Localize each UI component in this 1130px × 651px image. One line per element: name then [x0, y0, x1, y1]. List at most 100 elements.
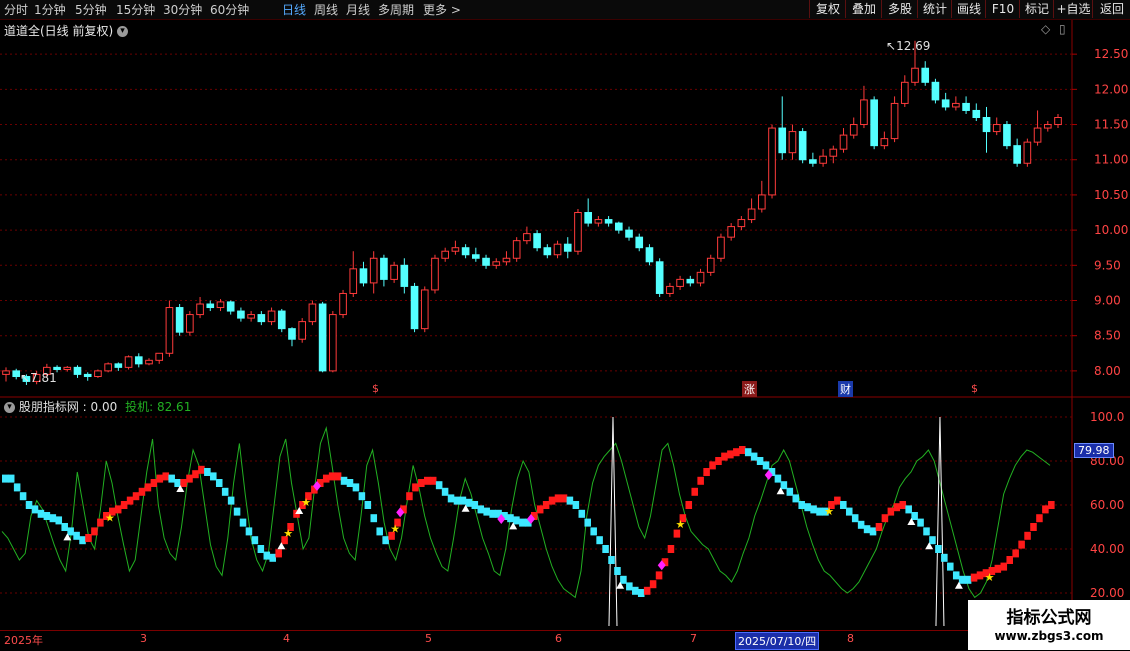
toolbar-action-6[interactable]: 标记: [1019, 0, 1054, 18]
candle-body: [512, 240, 521, 259]
trend-band-segment: [55, 516, 63, 525]
trend-band-segment: [406, 492, 413, 501]
period-tab-4[interactable]: 30分钟: [163, 1, 202, 18]
candle-body: [727, 226, 735, 238]
trend-band-segment: [643, 586, 651, 595]
candle-body: [543, 247, 552, 256]
trend-band-segment: [1012, 549, 1019, 558]
date-label-year: 2025年: [4, 634, 43, 647]
trend-band-segment: [322, 474, 330, 483]
trend-band-segment: [19, 492, 27, 501]
candle-body: [400, 264, 409, 287]
candle-body: [63, 366, 72, 370]
toolbar-action-5[interactable]: F10: [985, 0, 1020, 18]
trend-band-segment: [186, 474, 193, 483]
candle-body: [747, 208, 756, 221]
trend-band-segment: [1048, 501, 1055, 509]
current-value-badge: 79.98: [1074, 443, 1114, 458]
period-tab-9[interactable]: 多周期: [378, 1, 414, 18]
candle-body: [584, 212, 592, 224]
candle-body: [523, 233, 531, 242]
trend-band-segment: [798, 501, 805, 509]
period-tab-1[interactable]: 1分钟: [34, 1, 66, 18]
date-label-may: 5: [425, 632, 432, 645]
candle-body: [308, 303, 317, 323]
trend-band-segment: [804, 503, 811, 512]
trend-band-segment: [947, 562, 954, 571]
trend-band-segment: [114, 505, 122, 514]
trend-band-segment: [626, 582, 633, 591]
date-label-march: 3: [140, 632, 147, 645]
event-marker-financial[interactable]: 财: [838, 381, 853, 397]
trend-band-segment: [239, 518, 247, 527]
trend-band-segment: [382, 536, 389, 545]
trend-band-segment: [519, 518, 526, 527]
candle-body: [931, 81, 940, 101]
event-marker-limit-up[interactable]: 涨: [742, 381, 757, 397]
trend-band-segment: [994, 564, 1002, 573]
candle-body: [145, 359, 153, 365]
trend-band-segment: [221, 487, 229, 496]
trend-band-segment: [810, 505, 817, 514]
period-tab-0[interactable]: 分时: [4, 1, 28, 18]
candle-body: [798, 131, 807, 161]
trend-band-segment: [73, 531, 80, 540]
signal-spike: [935, 416, 945, 627]
trend-band-segment: [816, 507, 823, 516]
period-tab-10[interactable]: 更多 >: [423, 1, 461, 18]
candle-body: [1033, 127, 1042, 143]
trend-band-segment: [709, 461, 716, 470]
trend-band-segment: [845, 507, 853, 516]
indicator-chart[interactable]: 100.080.0060.0040.0020.00★★★★ ★★★: [0, 398, 1130, 630]
trend-band-segment: [881, 514, 889, 523]
signal-spike: [608, 416, 618, 627]
trend-band-segment: [952, 571, 960, 580]
toolbar-action-4[interactable]: 画线: [951, 0, 986, 18]
trend-band-segment: [548, 496, 556, 505]
date-label-july: 7: [690, 632, 697, 645]
toolbar-action-1[interactable]: 叠加: [845, 0, 882, 18]
trend-band-segment: [834, 496, 841, 505]
trend-band-segment: [578, 509, 586, 518]
trend-band-segment: [507, 514, 514, 523]
trend-band-segment: [905, 505, 912, 514]
price-chart[interactable]: 12.50 12.00 11.50 11.00 10.50 10.00 9.50 9.00 8.…: [0, 20, 1130, 398]
trend-band-segment: [976, 571, 984, 580]
toolbar-action-3[interactable]: 统计: [917, 0, 952, 18]
candle-body: [962, 102, 970, 111]
star-marker: ★: [301, 496, 311, 509]
period-tab-8[interactable]: 月线: [346, 1, 370, 18]
trend-band-segment: [542, 501, 550, 509]
candle-body: [911, 67, 919, 83]
event-marker-dividend[interactable]: $: [969, 382, 980, 395]
star-marker: ★: [824, 505, 834, 518]
period-tab-2[interactable]: 5分钟: [75, 1, 107, 18]
candle-body: [666, 285, 674, 294]
trend-band-segment: [61, 523, 68, 531]
trend-band-segment: [364, 501, 372, 509]
period-tab-7[interactable]: 周线: [314, 1, 338, 18]
trend-band-segment: [614, 567, 621, 575]
toolbar-action-7[interactable]: +自选: [1053, 0, 1093, 18]
candle-body: [870, 99, 878, 147]
candle-body: [921, 67, 930, 83]
candle-body: [431, 257, 439, 291]
candle-body: [563, 243, 572, 252]
period-tab-5[interactable]: 60分钟: [210, 1, 249, 18]
toolbar-action-2[interactable]: 多股: [881, 0, 918, 18]
star-marker: ★: [283, 527, 293, 540]
candle-body: [502, 257, 511, 263]
toolbar-action-8[interactable]: 返回: [1092, 0, 1130, 18]
trend-band-segment: [738, 446, 746, 454]
indicator-tick-label: 40.00: [1090, 542, 1124, 556]
period-tab-6[interactable]: 日线: [282, 1, 306, 18]
trend-band-segment: [851, 514, 859, 523]
trend-band-segment: [1036, 514, 1043, 523]
watermark-title: 指标公式网: [1006, 608, 1092, 628]
candle-body: [809, 159, 817, 164]
trend-band-segment: [733, 448, 740, 457]
trend-band-segment: [566, 496, 574, 505]
event-marker-dividend[interactable]: $: [370, 382, 381, 395]
period-tab-3[interactable]: 15分钟: [116, 1, 155, 18]
toolbar-action-0[interactable]: 复权: [809, 0, 846, 18]
